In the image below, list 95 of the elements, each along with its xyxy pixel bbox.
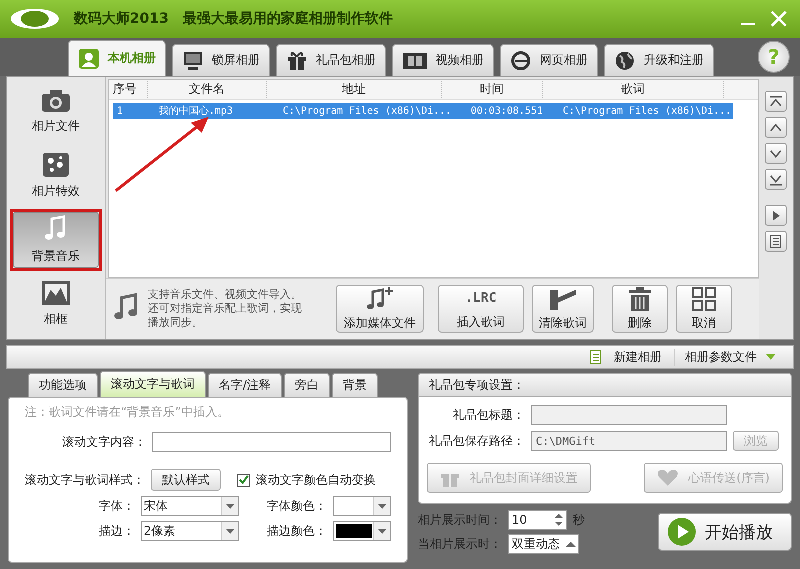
checkbox[interactable]: [237, 474, 250, 486]
column-header[interactable]: 歌词: [543, 81, 724, 98]
field-label: 描边颜色：: [266, 522, 327, 540]
toolbar-button[interactable]: 清除歌词: [532, 285, 594, 333]
sidebar-item[interactable]: 相片文件: [13, 84, 99, 140]
field-label: 字体：: [98, 498, 135, 514]
app-slogan: 最强大最易用的家庭相册制作软件: [182, 10, 393, 28]
column-header[interactable]: 时间: [442, 81, 543, 98]
field-label: 字体颜色：: [266, 498, 327, 514]
album-tab[interactable]: 本机相册: [68, 40, 166, 76]
chevron-down-bar-icon: [769, 174, 783, 186]
option-tab[interactable]: 名字/注释: [208, 373, 282, 397]
field-label: 礼品包保存路径：: [428, 432, 525, 450]
music-note-icon: [44, 215, 68, 243]
document-button[interactable]: [765, 231, 787, 252]
note-text: 注：歌词文件请在“背景音乐”中插入。: [25, 404, 230, 421]
move-bottom-button[interactable]: [765, 169, 787, 190]
app-name: 数码大师2013: [74, 10, 169, 28]
caret-icon: [378, 504, 386, 508]
option-tab[interactable]: 滚动文字与歌词: [100, 371, 206, 397]
album-tab[interactable]: 礼品包相册: [276, 44, 386, 76]
font-color-dropdown[interactable]: [333, 496, 391, 516]
grid-icon: [691, 286, 717, 312]
caret-up-icon: [564, 539, 578, 549]
move-up-button[interactable]: [765, 117, 787, 138]
trash-icon: [627, 286, 653, 312]
album-tab[interactable]: 升级和注册: [604, 44, 714, 76]
font-dropdown[interactable]: 宋体: [141, 496, 239, 516]
stroke-color-dropdown[interactable]: [333, 521, 391, 541]
checkbox-label: 滚动文字颜色自动变换: [256, 472, 376, 488]
move-down-button[interactable]: [765, 143, 787, 164]
option-tab[interactable]: 功能选项: [28, 373, 98, 397]
field-label: 描边：: [98, 522, 135, 540]
monitor-icon: [182, 50, 204, 72]
sidebar-item[interactable]: 相框: [13, 276, 99, 332]
caret-icon: [226, 504, 234, 508]
toolbar-button[interactable]: 添加媒体文件: [336, 285, 424, 333]
field-label: 相片展示时间：: [418, 512, 502, 528]
unit-label: 秒: [573, 512, 585, 528]
field-label: 礼品包标题：: [452, 406, 525, 424]
sidebar-item[interactable]: 相片特效: [13, 148, 99, 204]
default-style-button[interactable]: 默认样式: [151, 469, 221, 491]
toolbar-button[interactable]: 取消: [676, 285, 732, 333]
album-params-button[interactable]: 相册参数文件: [674, 348, 781, 366]
sidebar-item[interactable]: 背景音乐: [13, 212, 99, 268]
chevron-up-bar-icon: [769, 96, 783, 108]
move-top-button[interactable]: [765, 91, 787, 112]
close-icon[interactable]: [770, 10, 788, 28]
sparkle-icon: [42, 152, 70, 178]
scroll-text-field[interactable]: [152, 432, 391, 452]
table-cell-text: C:\Program Files (x86)\Di...: [282, 106, 453, 116]
toolbar-button[interactable]: 删除: [612, 285, 668, 333]
picture-frame-icon: [41, 280, 71, 306]
heart-icon: [656, 469, 679, 487]
panel-title: 礼品包专项设置：: [419, 374, 791, 397]
table-cell-text: C:\Program Files (x86)\Di...: [562, 106, 733, 116]
option-tab[interactable]: 旁白: [284, 373, 330, 397]
table-cell-text: 1: [116, 106, 124, 116]
document-icon: [770, 234, 782, 248]
table-cell-text: 00:03:08.551: [470, 106, 544, 116]
option-tab[interactable]: 背景: [332, 373, 378, 397]
chevron-down-icon: [769, 148, 783, 160]
play-button[interactable]: [765, 205, 787, 226]
new-album-button[interactable]: 新建相册: [610, 348, 666, 366]
column-header[interactable]: 序号: [109, 81, 148, 98]
album-tab[interactable]: 网页相册: [500, 44, 598, 76]
display-time-spinner[interactable]: 10: [508, 510, 567, 530]
album-tab[interactable]: 视频相册: [392, 44, 494, 76]
camera-icon: [41, 89, 71, 113]
person-icon: [78, 48, 100, 70]
lrc-icon: .LRC: [465, 287, 497, 311]
album-tab[interactable]: 锁屏相册: [172, 44, 270, 76]
column-header[interactable]: 地址: [267, 81, 442, 98]
caret-icon: [226, 528, 234, 534]
music-note-plus-icon: [366, 286, 394, 312]
caret-icon: [765, 353, 777, 361]
hint-text: 支持音乐文件、视频文件导入。 还可对指定音乐配上歌词，实现 播放同步。: [148, 288, 303, 330]
globe-icon: [614, 50, 636, 72]
column-header[interactable]: 文件名: [148, 81, 267, 98]
play-icon: [667, 517, 697, 547]
table-cell-text: 我的中国心.mp3: [158, 104, 234, 118]
caret-icon: [378, 528, 386, 534]
start-play-button[interactable]: 开始播放: [658, 513, 792, 551]
document-icon: [590, 350, 602, 364]
logo-icon: [10, 8, 60, 30]
chevron-up-icon: [769, 122, 783, 134]
field-label: 滚动文字与歌词样式：: [25, 472, 145, 488]
display-mode-dropdown[interactable]: 双重动态: [508, 534, 579, 554]
triangle-right-icon: [770, 210, 782, 222]
field-label: 滚动文字内容：: [61, 434, 146, 450]
stroke-dropdown[interactable]: 2像素: [141, 521, 239, 541]
color-swatch: [336, 524, 372, 538]
table-row[interactable]: 1 我的中国心.mp3 C:\Program Files (x86)\Di... 00:03:08.551 C:\Program Files (x86)\Di...: [113, 103, 733, 119]
toolbar-button[interactable]: .LRC 插入歌词: [438, 285, 524, 333]
field-label: 当相片展示时：: [418, 536, 502, 552]
